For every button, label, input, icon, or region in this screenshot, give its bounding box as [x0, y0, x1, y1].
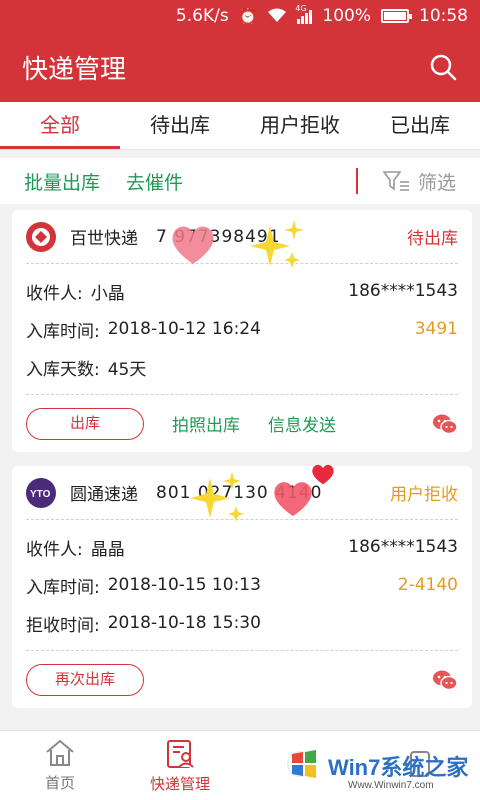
filter-button[interactable]: 筛选: [382, 168, 456, 195]
tab-shipped[interactable]: 已出库: [360, 102, 480, 149]
parcel-card[interactable]: 百世快递 7 977398491 待出库 收件人: 小晶 186****1543…: [12, 210, 472, 452]
recheckout-button[interactable]: 再次出库: [26, 663, 144, 696]
checkin-time-label: 入库时间:: [26, 577, 100, 598]
status-badge: 用户拒收: [390, 485, 458, 505]
recipient-row: 收件人: 晶晶 186****1543: [26, 528, 458, 566]
wechat-icon[interactable]: [432, 669, 458, 691]
tab-all[interactable]: 全部: [0, 102, 120, 149]
app-bar: 快递管理: [0, 32, 480, 102]
filter-icon: [382, 171, 409, 191]
pickup-code: 2-4140: [397, 575, 458, 595]
recipient-name: 晶晶: [90, 539, 125, 560]
network-type: 4G: [295, 4, 307, 13]
checkin-time: 2018-10-15 10:13: [107, 575, 261, 595]
tracking-number: 7 977398491: [156, 226, 281, 247]
card-footer: 出库 拍照出库 信息发送: [26, 394, 458, 452]
status-badge: 待出库: [407, 229, 458, 249]
reject-time: 2018-10-18 15:30: [107, 613, 261, 633]
checkin-time-label: 入库时间:: [26, 321, 100, 342]
action-bar: 批量出库 去催件 筛选: [0, 158, 480, 204]
checkin-time-row: 入库时间: 2018-10-12 16:24 3491: [26, 310, 458, 348]
days-label: 入库天数:: [26, 359, 100, 380]
reject-time-row: 拒收时间: 2018-10-18 15:30: [26, 604, 458, 642]
card-header: 百世快递 7 977398491 待出库: [26, 210, 458, 264]
reject-time-label: 拒收时间:: [26, 615, 100, 636]
tracking-number: 801 027130 4140: [156, 482, 323, 503]
checkout-button[interactable]: 出库: [26, 407, 144, 440]
yto-logo-icon: YTO: [26, 477, 56, 508]
checkin-time-row: 入库时间: 2018-10-15 10:13 2-4140: [26, 566, 458, 604]
battery-fill: [384, 12, 406, 20]
nav-parcel-label: 快递管理: [149, 775, 210, 793]
parcel-card[interactable]: YTO 圆通速递 801 027130 4140 用户拒收 收件人: 晶晶 18…: [12, 466, 472, 708]
card-footer: 再次出库: [26, 650, 458, 708]
parcel-manage-icon: [167, 740, 194, 768]
alarm-icon: ⏰: [238, 7, 258, 25]
filter-label: 筛选: [417, 171, 456, 194]
recipient-name: 小晶: [90, 283, 125, 304]
tab-pending[interactable]: 待出库: [120, 102, 240, 149]
battery-icon: [381, 9, 412, 23]
page-title: 快递管理: [22, 54, 127, 85]
divider: [355, 168, 358, 194]
days-value: 45天: [107, 359, 147, 380]
recipient-row: 收件人: 小晶 186****1543: [26, 272, 458, 310]
signal-icon: 4G: [295, 4, 313, 24]
courier-name: 百世快递: [70, 229, 138, 249]
checkin-time: 2018-10-12 16:24: [107, 319, 261, 339]
recipient-label: 收件人:: [26, 539, 83, 560]
wifi-icon: [268, 8, 287, 22]
days-row: 入库天数: 45天: [26, 348, 458, 386]
nav-item-4[interactable]: [360, 731, 480, 800]
urge-button[interactable]: 去催件: [126, 168, 183, 195]
clock: 10:58: [419, 6, 468, 26]
bottom-nav: 首页 快递管理: [0, 730, 480, 800]
wechat-icon[interactable]: [432, 413, 458, 435]
tab-rejected[interactable]: 用户拒收: [240, 102, 360, 149]
home-icon: [46, 739, 74, 766]
courier-name: 圆通速递: [70, 485, 138, 505]
send-message-link[interactable]: 信息发送: [268, 411, 336, 436]
recipient-label: 收件人:: [26, 283, 83, 304]
svg-text:YTO: YTO: [30, 489, 51, 500]
phone-number: 186****1543: [348, 537, 458, 557]
pickup-code: 3491: [414, 319, 458, 339]
nav-home-label: 首页: [44, 774, 75, 792]
photo-checkout-link[interactable]: 拍照出库: [172, 411, 240, 436]
network-speed: 5.6K/s: [175, 6, 229, 26]
status-bar: 5.6K/s ⏰ 4G 100% 10:58: [0, 0, 480, 32]
stats-icon: [287, 750, 313, 777]
profile-icon: [410, 750, 430, 777]
best-express-logo-icon: [26, 221, 56, 252]
battery-percent: 100%: [322, 6, 371, 26]
nav-item-3[interactable]: [240, 731, 360, 800]
tab-bar: 全部 待出库 用户拒收 已出库: [0, 102, 480, 150]
search-icon[interactable]: [428, 52, 458, 82]
phone-number: 186****1543: [348, 281, 458, 301]
batch-out-button[interactable]: 批量出库: [24, 168, 100, 195]
nav-home[interactable]: 首页: [0, 731, 120, 800]
nav-parcel-management[interactable]: 快递管理: [120, 731, 240, 800]
card-header: YTO 圆通速递 801 027130 4140 用户拒收: [26, 466, 458, 520]
